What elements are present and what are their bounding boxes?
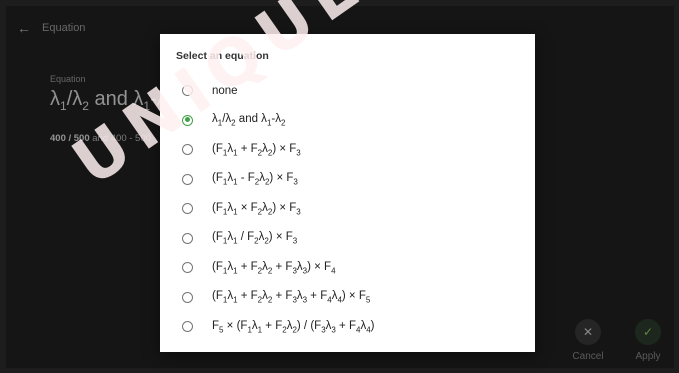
equation-option[interactable]: (F1λ1 + F2λ2 + F3λ3 + F4λ4) × F5 xyxy=(160,283,535,313)
equation-option-label: (F1λ1 × F2λ2) × F3 xyxy=(212,201,301,216)
radio-unchecked-icon[interactable] xyxy=(182,85,193,97)
equation-option[interactable]: (F1λ1 / F2λ2) × F3 xyxy=(160,224,535,254)
equation-option-label: none xyxy=(212,84,238,97)
radio-unchecked-icon[interactable] xyxy=(182,203,193,215)
equation-option-label: (F1λ1 + F2λ2 + F3λ3 + F4λ4) × F5 xyxy=(212,290,371,305)
equation-option[interactable]: (F1λ1 + F2λ2 + F3λ3) × F4 xyxy=(160,253,535,283)
radio-checked-icon[interactable] xyxy=(182,114,193,126)
equation-option[interactable]: (F1λ1 × F2λ2) × F3 xyxy=(160,194,535,224)
radio-unchecked-icon[interactable] xyxy=(182,321,193,333)
equation-option-label: (F1λ1 + F2λ2 + F3λ3) × F4 xyxy=(212,260,336,275)
radio-unchecked-icon[interactable] xyxy=(182,232,193,244)
equation-option-label: F5 × (F1λ1 + F2λ2) / (F3λ3 + F4λ4) xyxy=(212,319,375,334)
equation-option-label: (F1λ1 + F2λ2) × F3 xyxy=(212,142,301,157)
equation-option[interactable]: none xyxy=(160,76,535,106)
equation-options-list: none λ1/λ2 and λ1-λ2 (F1λ1 + F2λ2) × F3 (F1… xyxy=(160,76,535,342)
radio-unchecked-icon[interactable] xyxy=(182,144,193,156)
radio-unchecked-icon[interactable] xyxy=(182,291,193,303)
select-equation-dialog: Select an equation none λ1/λ2 and λ1-λ2 (F… xyxy=(160,34,535,352)
radio-unchecked-icon[interactable] xyxy=(182,173,193,185)
equation-option[interactable]: (F1λ1 + F2λ2) × F3 xyxy=(160,135,535,165)
equation-option-label: (F1λ1 / F2λ2) × F3 xyxy=(212,231,298,246)
equation-option-label: λ1/λ2 and λ1-λ2 xyxy=(212,113,286,128)
equation-option-label: (F1λ1 - F2λ2) × F3 xyxy=(212,172,298,187)
radio-unchecked-icon[interactable] xyxy=(182,262,193,274)
equation-option[interactable]: λ1/λ2 and λ1-λ2 xyxy=(160,106,535,136)
equation-option[interactable]: (F1λ1 - F2λ2) × F3 xyxy=(160,165,535,195)
dialog-title: Select an equation xyxy=(176,50,269,62)
equation-option[interactable]: F5 × (F1λ1 + F2λ2) / (F3λ3 + F4λ4) xyxy=(160,312,535,342)
